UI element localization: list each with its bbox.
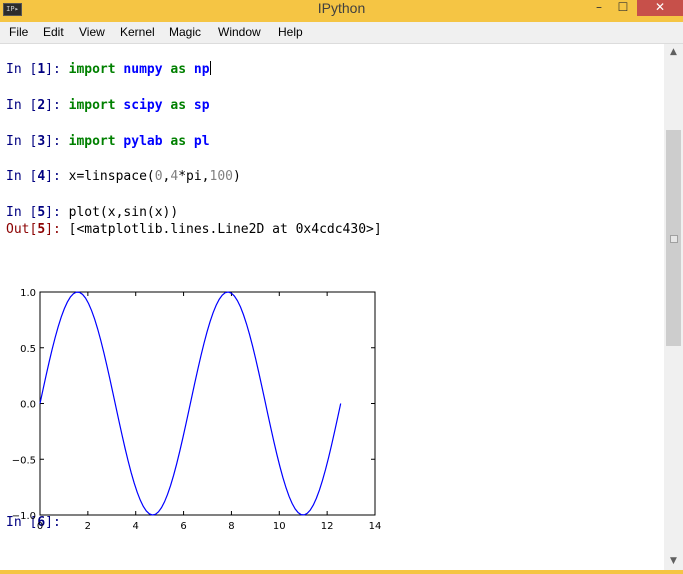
prompt-number: 3: [37, 134, 46, 149]
vertical-scrollbar[interactable]: ▲ ▼: [664, 44, 683, 570]
close-button[interactable]: ✕: [637, 0, 683, 16]
prompt-number: 2: [37, 98, 46, 113]
input-line: In [2]: import scipy as sp: [6, 97, 210, 114]
prompt-bracket: ]:: [45, 222, 69, 237]
code-token: import: [68, 134, 116, 149]
prompt-bracket: [: [21, 134, 38, 149]
menu-bar: File Edit View Kernel Magic Window Help: [0, 22, 683, 44]
code-token: 0: [154, 169, 163, 184]
code-token: np: [193, 62, 210, 77]
y-tick-label: −0.5: [12, 455, 36, 466]
code-token: x=linspace(: [68, 169, 155, 184]
code-token: ): [233, 169, 241, 184]
code-token: numpy: [123, 62, 163, 77]
in-prompt: In: [6, 62, 22, 77]
scroll-grip-icon: [670, 235, 678, 243]
text-cursor: [209, 61, 211, 75]
prompt-number: 5: [37, 222, 46, 237]
code-token: *pi,: [178, 169, 210, 184]
code-token: as: [170, 98, 187, 113]
code-token: scipy: [123, 98, 163, 113]
prompt-bracket: ]:: [45, 134, 69, 149]
scroll-down-arrow-icon[interactable]: ▼: [664, 553, 683, 570]
x-tick-label: 8: [228, 521, 234, 532]
minimize-button[interactable]: –: [588, 0, 610, 16]
menu-edit[interactable]: Edit: [43, 22, 64, 43]
title-bar: IP▸ IPython – ☐ ✕: [0, 0, 683, 22]
input-line: In [1]: import numpy as np: [6, 61, 211, 78]
in-prompt: In: [6, 205, 22, 220]
plot-frame: [39, 291, 376, 516]
out-prompt: Out: [6, 222, 30, 237]
in-prompt: In: [6, 169, 22, 184]
menu-magic[interactable]: Magic: [169, 22, 201, 43]
prompt-bracket: [: [21, 169, 38, 184]
code-token: plot(x,sin(x)): [68, 205, 179, 220]
x-tick-label: 14: [369, 521, 382, 532]
code-token: as: [170, 62, 187, 77]
menu-view[interactable]: View: [79, 22, 105, 43]
code-token: pylab: [123, 134, 163, 149]
in-prompt: In: [6, 134, 22, 149]
x-tick-label: 4: [133, 521, 139, 532]
window-title: IPython: [317, 0, 366, 16]
sine-plot: 0 2 4 6 8 10 12 14 1.0 0.5 0.0 −0.5 −1.0: [12, 288, 382, 532]
prompt-number: 4: [37, 169, 46, 184]
menu-help[interactable]: Help: [278, 22, 303, 43]
prompt-bracket: ]:: [45, 205, 69, 220]
code-token: pl: [193, 134, 210, 149]
x-tick-label: 10: [273, 521, 286, 532]
prompt-number: 1: [37, 62, 46, 77]
output-text: [<matplotlib.lines.Line2D at 0x4cdc430>]: [68, 222, 382, 237]
window-border: [0, 570, 683, 574]
console-area[interactable]: In [1]: import numpy as np In [2]: import…: [0, 44, 664, 570]
x-tick-label: 2: [85, 521, 91, 532]
prompt-bracket: [: [21, 98, 38, 113]
input-line: In [3]: import pylab as pl: [6, 133, 210, 150]
code-token: import: [68, 98, 116, 113]
prompt-bracket: ]:: [45, 62, 69, 77]
prompt-bracket: [: [21, 205, 38, 220]
prompt-number: 5: [37, 205, 46, 220]
plot-axes: 0 2 4 6 8 10 12 14 1.0 0.5 0.0 −0.5 −1.0: [12, 288, 382, 532]
prompt-bracket: [: [21, 62, 38, 77]
y-tick-label: 1.0: [20, 288, 36, 299]
menu-kernel[interactable]: Kernel: [120, 22, 155, 43]
menu-window[interactable]: Window: [218, 22, 261, 43]
code-token: 100: [209, 169, 233, 184]
code-token: sp: [193, 98, 210, 113]
x-tick-label: 6: [180, 521, 186, 532]
menu-file[interactable]: File: [9, 22, 28, 43]
y-tick-label: 0.0: [20, 400, 36, 411]
scroll-thumb[interactable]: [666, 130, 681, 346]
x-tick-label: 0: [37, 521, 43, 532]
input-line: In [5]: plot(x,sin(x)): [6, 204, 178, 221]
prompt-bracket: ]:: [45, 169, 69, 184]
y-tick-label: −1.0: [12, 511, 36, 522]
x-tick-label: 12: [321, 521, 334, 532]
prompt-bracket: ]:: [45, 98, 69, 113]
y-tick-label: 0.5: [20, 344, 36, 355]
input-line: In [4]: x=linspace(0,4*pi,100): [6, 168, 241, 185]
code-token: as: [170, 134, 187, 149]
in-prompt: In: [6, 98, 22, 113]
maximize-button[interactable]: ☐: [612, 0, 634, 16]
output-line: Out[5]: [<matplotlib.lines.Line2D at 0x4…: [6, 221, 382, 238]
code-token: import: [68, 62, 116, 77]
scroll-up-arrow-icon[interactable]: ▲: [664, 44, 683, 61]
